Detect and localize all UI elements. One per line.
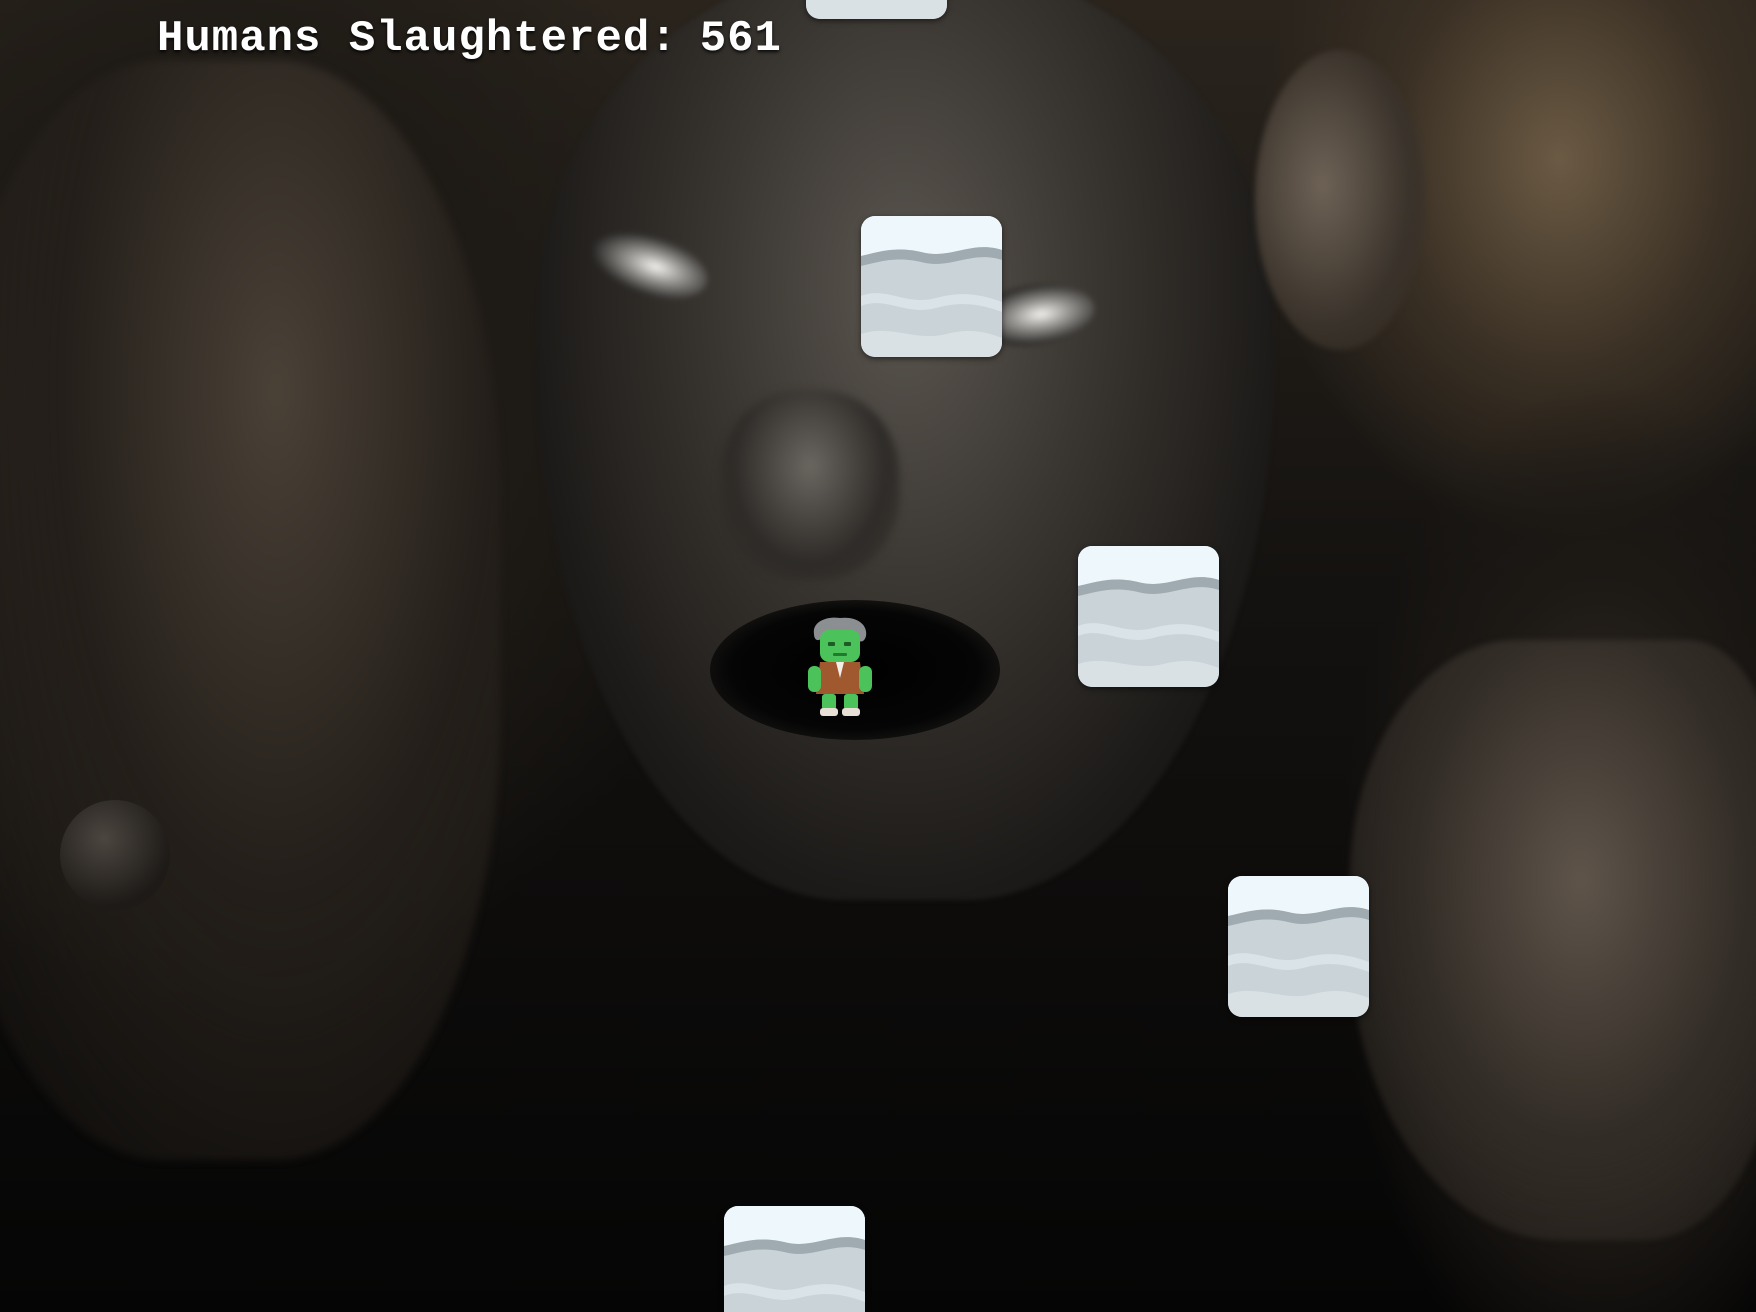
- score-label: Humans Slaughtered:: [157, 14, 678, 64]
- ice-platform: [861, 216, 1002, 357]
- ice-block-icon: [861, 216, 1002, 357]
- score-value: 561: [699, 14, 782, 64]
- zombie-player-icon: [808, 617, 872, 716]
- ice-platform: [1228, 876, 1369, 1017]
- player-zombie: [806, 616, 874, 718]
- background-zombie-head: [535, 0, 1275, 900]
- background-coat-shape: [0, 60, 500, 1160]
- ice-block-icon: [724, 1206, 865, 1312]
- background-door-knob: [60, 800, 170, 910]
- ice-block-icon: [1228, 876, 1369, 1017]
- background-zombie-ear: [1255, 50, 1425, 350]
- ice-block-icon: [806, 0, 947, 19]
- background-zombie-nose: [720, 390, 900, 580]
- zombie-background-art: [0, 0, 1756, 1312]
- ice-platform: [724, 1206, 865, 1312]
- background-zombie-hand: [1350, 640, 1756, 1240]
- score-display: Humans Slaughtered: 561: [157, 14, 782, 64]
- ice-platform: [1078, 546, 1219, 687]
- game-canvas[interactable]: Humans Slaughtered: 561: [0, 0, 1756, 1312]
- ice-block-icon: [1078, 546, 1219, 687]
- ice-platform: [806, 0, 947, 19]
